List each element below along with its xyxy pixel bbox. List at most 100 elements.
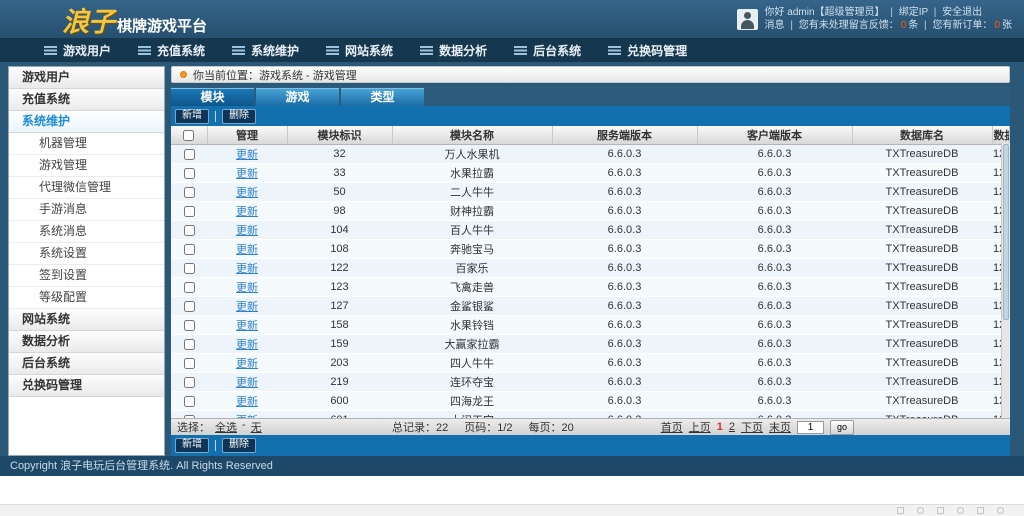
row-checkbox[interactable] [184,187,195,198]
sidebar-item-label: 机器管理 [39,136,87,150]
nav-item[interactable]: 兑换码管理 [608,42,687,59]
sidebar-item[interactable]: 签到设置 [9,265,164,287]
update-link[interactable]: 更新 [236,396,258,408]
nav-item[interactable]: 数据分析 [420,42,487,59]
row-checkbox[interactable] [184,244,195,255]
page-input[interactable] [797,421,824,434]
sidebar-item[interactable]: 机器管理 [9,133,164,155]
sidebar-item[interactable]: 游戏管理 [9,155,164,177]
nav-item[interactable]: 系统维护 [232,42,299,59]
sidebar-item[interactable]: 系统设置 [9,243,164,265]
update-link[interactable]: 更新 [236,339,258,351]
cell-db-name: TXTreasureDB [852,259,992,278]
row-checkbox[interactable] [184,263,195,274]
first-page-link[interactable]: 首页 [661,419,683,435]
row-checkbox[interactable] [184,149,195,160]
logout-link[interactable]: 安全退出 [942,7,982,18]
status-save-icon[interactable] [937,507,944,514]
nav-item[interactable]: 网站系统 [326,42,393,59]
cell-db-name: TXTreasureDB [852,354,992,373]
row-checkbox[interactable] [184,396,195,407]
row-checkbox[interactable] [184,168,195,179]
delete-button-bottom[interactable]: 删除 [222,438,256,453]
update-link[interactable]: 更新 [236,168,258,180]
next-page-link[interactable]: 下页 [741,419,763,435]
update-link[interactable]: 更新 [236,225,258,237]
sidebar-item[interactable]: 数据分析 [9,331,164,353]
sidebar-item[interactable]: 游戏用户 [9,67,164,89]
row-checkbox[interactable] [184,206,195,217]
cell-server-version: 6.6.0.3 [552,335,697,354]
update-link[interactable]: 更新 [236,301,258,313]
table-row: 更新 127 金鲨银鲨 6.6.0.3 6.6.0.3 TXTreasureDB… [171,297,1010,316]
update-link[interactable]: 更新 [236,320,258,332]
go-button[interactable]: go [830,420,854,435]
row-checkbox[interactable] [184,377,195,388]
cell-module-name: 连环夺宝 [392,373,552,392]
sidebar-item[interactable]: 网站系统 [9,309,164,331]
add-button[interactable]: 新增 [175,109,209,124]
table-row: 更新 158 水果铃铛 6.6.0.3 6.6.0.3 TXTreasureDB… [171,316,1010,335]
sidebar-item[interactable]: 手游消息 [9,199,164,221]
footer: Copyright 浪子电玩后台管理系统. All Rights Reserve… [0,456,1024,476]
row-checkbox[interactable] [184,358,195,369]
update-link[interactable]: 更新 [236,263,258,275]
bottom-toolbar: 新增 删除 [171,435,1010,455]
tab[interactable]: 模块 [171,88,254,106]
nav-item[interactable]: 后台系统 [514,42,581,59]
update-link[interactable]: 更新 [236,377,258,389]
row-checkbox[interactable] [184,415,195,418]
status-expand-icon[interactable] [897,507,904,514]
update-link[interactable]: 更新 [236,244,258,256]
update-link[interactable]: 更新 [236,187,258,199]
row-checkbox[interactable] [184,339,195,350]
update-link[interactable]: 更新 [236,206,258,218]
update-link[interactable]: 更新 [236,282,258,294]
table-scrollbar[interactable] [1001,143,1010,418]
page-2-link[interactable]: 2 [729,421,735,433]
select-none-link[interactable]: 无 [251,419,262,435]
select-all-checkbox[interactable] [183,130,194,141]
row-checkbox[interactable] [184,282,195,293]
per-page: 每页：20 [529,419,574,435]
update-link[interactable]: 更新 [236,415,258,418]
tab[interactable]: 类型 [341,88,424,106]
sidebar-item[interactable]: 系统消息 [9,221,164,243]
prev-page-link[interactable]: 上页 [689,419,711,435]
tab[interactable]: 游戏 [256,88,339,106]
nav-item-label: 兑换码管理 [627,42,687,59]
nav-item-label: 系统维护 [251,42,299,59]
cell-manage: 更新 [207,373,287,392]
cell-server-version: 6.6.0.3 [552,411,697,419]
hamburger-menu-icon [326,46,339,55]
bind-ip-link[interactable]: 绑定IP [899,7,928,18]
cell-server-version: 6.6.0.3 [552,202,697,221]
cell-client-version: 6.6.0.3 [697,240,852,259]
nav-item[interactable]: 充值系统 [138,42,205,59]
row-checkbox[interactable] [184,225,195,236]
status-reload-icon[interactable] [917,507,924,514]
sidebar-item[interactable]: 兑换码管理 [9,375,164,397]
sidebar-item[interactable]: 系统维护 [9,111,164,133]
row-checkbox[interactable] [184,301,195,312]
last-page-link[interactable]: 末页 [769,419,791,435]
update-link[interactable]: 更新 [236,358,258,370]
status-settings-icon[interactable] [997,507,1004,514]
row-checkbox[interactable] [184,320,195,331]
sidebar-item[interactable]: 等级配置 [9,287,164,309]
cell-client-version: 6.6.0.3 [697,316,852,335]
nav-item-label: 数据分析 [439,42,487,59]
sidebar-item[interactable]: 后台系统 [9,353,164,375]
status-window-icon[interactable] [977,507,984,514]
nav-item[interactable]: 游戏用户 [44,42,111,59]
delete-button[interactable]: 删除 [222,109,256,124]
messages-link[interactable]: 消息 [765,20,785,31]
add-button-bottom[interactable]: 新增 [175,438,209,453]
scrollbar-thumb[interactable] [1003,144,1009,320]
select-all-link[interactable]: 全选 [215,419,237,435]
cell-module-name: 二人牛牛 [392,183,552,202]
sidebar-item[interactable]: 代理微信管理 [9,177,164,199]
update-link[interactable]: 更新 [236,149,258,161]
status-zoom-icon[interactable] [957,507,964,514]
sidebar-item[interactable]: 充值系统 [9,89,164,111]
